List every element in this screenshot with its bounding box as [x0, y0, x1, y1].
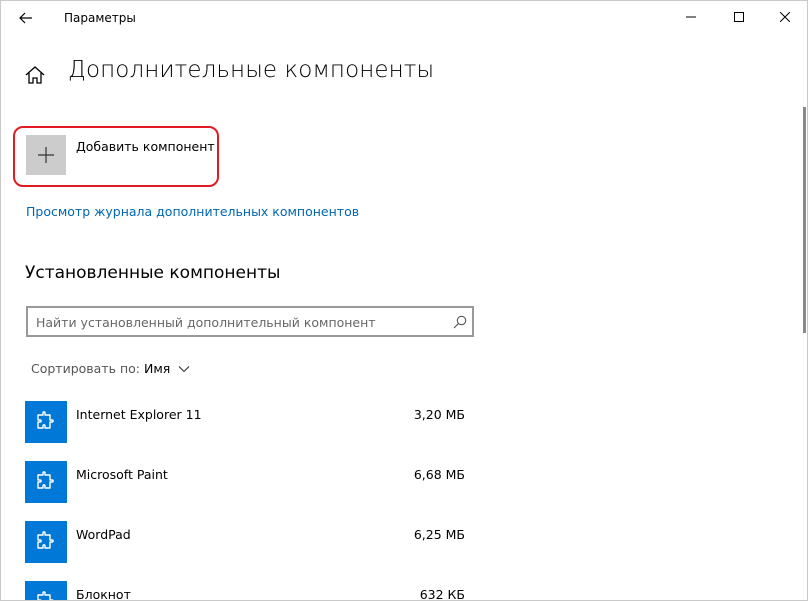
sort-value[interactable]: Имя — [144, 361, 170, 376]
back-button[interactable] — [9, 3, 43, 33]
sort-dropdown[interactable]: Сортировать по: Имя — [31, 361, 190, 376]
installed-section-title: Установленные компоненты — [25, 263, 281, 283]
list-item[interactable]: Internet Explorer 11 3,20 МБ — [25, 401, 475, 445]
sort-label: Сортировать по: — [31, 361, 140, 376]
settings-window: Параметры Дополнительные компоненты Доба… — [0, 0, 808, 601]
close-button[interactable] — [762, 1, 807, 33]
item-size: 632 КБ — [419, 587, 465, 601]
plus-icon — [38, 147, 54, 163]
home-button[interactable] — [23, 63, 47, 87]
scrollbar-thumb[interactable] — [803, 107, 806, 333]
view-history-link[interactable]: Просмотр журнала дополнительных компонен… — [26, 204, 359, 219]
vertical-scrollbar[interactable] — [803, 35, 807, 600]
item-size: 6,25 МБ — [413, 527, 465, 542]
puzzle-icon — [25, 461, 67, 503]
search-box[interactable] — [26, 306, 474, 337]
item-name: Блокнот — [76, 587, 131, 601]
add-component-label[interactable]: Добавить компонент — [76, 139, 215, 154]
maximize-icon — [734, 12, 744, 22]
page-title: Дополнительные компоненты — [68, 57, 435, 83]
item-name: WordPad — [76, 527, 131, 542]
minimize-icon — [686, 16, 696, 18]
puzzle-icon — [25, 401, 67, 443]
search-icon[interactable] — [453, 315, 467, 329]
puzzle-icon — [25, 521, 67, 563]
search-input[interactable] — [36, 313, 436, 331]
chevron-down-icon[interactable] — [178, 365, 190, 373]
puzzle-icon — [25, 581, 67, 600]
item-name: Microsoft Paint — [76, 467, 168, 482]
maximize-button[interactable] — [716, 1, 762, 33]
item-name: Internet Explorer 11 — [76, 407, 202, 422]
minimize-button[interactable] — [668, 1, 714, 33]
window-title: Параметры — [64, 11, 136, 25]
item-size: 6,68 МБ — [413, 467, 465, 482]
item-size: 3,20 МБ — [413, 407, 465, 422]
close-icon — [780, 12, 790, 22]
back-arrow-icon — [19, 12, 32, 24]
home-icon — [25, 66, 45, 84]
list-item[interactable]: Microsoft Paint 6,68 МБ — [25, 461, 475, 505]
list-item[interactable]: WordPad 6,25 МБ — [25, 521, 475, 565]
title-bar: Параметры — [1, 1, 807, 35]
add-component-button[interactable] — [26, 135, 66, 175]
list-item[interactable]: Блокнот 632 КБ — [25, 581, 475, 601]
